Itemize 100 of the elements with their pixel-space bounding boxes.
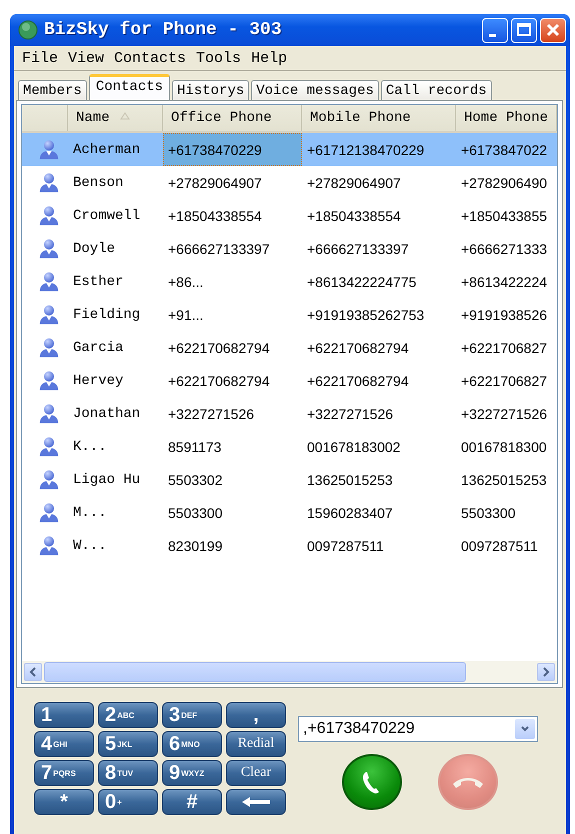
column-header[interactable]: Mobile Phone (302, 105, 456, 131)
table-cell: +61738470229 (163, 133, 302, 166)
column-header[interactable]: Office Phone (163, 105, 302, 131)
person-icon (38, 436, 60, 458)
keypad-key[interactable]: Clear (226, 760, 286, 786)
table-row[interactable]: Hervey +622170682794 +622170682794 +6221706827 (22, 364, 557, 397)
keypad-key[interactable]: 1 (34, 702, 94, 728)
maximize-button[interactable] (511, 18, 537, 42)
table-cell-text: W... (72, 536, 108, 556)
table-cell-text: 5503300 (167, 504, 224, 522)
tab[interactable]: Historys (172, 80, 250, 100)
table-cell-text: +3227271526 (306, 404, 394, 424)
person-icon (38, 370, 60, 392)
table-cell-text: +622170682794 (167, 372, 271, 390)
table-row[interactable]: Ligao Hu 5503302 13625015253 13625015253 (22, 463, 557, 496)
table-cell-text: Jonathan (72, 404, 142, 424)
table-row[interactable]: W... 8230199 0097287511 0097287511 (22, 529, 557, 562)
table-cell-text: +61712138470229 (306, 140, 426, 160)
menu-item[interactable]: File (18, 50, 64, 66)
table-cell-text: Hervey (72, 372, 124, 390)
table-cell-text: +666627133397 (167, 240, 271, 258)
table-cell-text: +27829064907 (167, 174, 263, 192)
person-icon (38, 172, 60, 194)
horizontal-scrollbar[interactable] (22, 661, 557, 683)
keypad-key[interactable]: 0+ (98, 789, 158, 815)
table-cell-text: 13625015253 (460, 470, 548, 490)
table-cell-text: +622170682794 (306, 372, 410, 390)
table-cell-text: +86... (167, 272, 204, 292)
table-cell-text: +1850433855 (460, 206, 548, 226)
tab[interactable]: Call records (380, 80, 492, 100)
backspace-button[interactable] (226, 789, 286, 815)
table-cell-text: +18504338554 (167, 206, 263, 226)
tab[interactable]: Contacts (88, 74, 170, 100)
keypad-key[interactable]: # (162, 789, 222, 815)
dropdown-button[interactable] (515, 719, 535, 739)
menu-item[interactable]: View (64, 50, 110, 66)
table-cell-text: 0097287511 (306, 536, 385, 556)
table-cell-text: +6221706827 (460, 372, 548, 390)
table-row[interactable]: M... 5503300 15960283407 5503300 (22, 496, 557, 529)
table-cell-text: Cromwell (72, 206, 142, 226)
number-field[interactable]: ,+61738470229 (298, 716, 538, 742)
close-button[interactable] (540, 18, 566, 42)
table-cell-text: +9191938526 (460, 306, 548, 324)
table-row[interactable]: Fielding +91... +91919385262753 +9191938526 (22, 298, 557, 331)
table-cell-text: +6221706827 (460, 338, 548, 358)
table-row[interactable]: K... 8591173 001678183002 00167818300 (22, 430, 557, 463)
table-cell-text: +27829064907 (306, 174, 402, 192)
table-cell-text: +2782906490 (460, 174, 548, 192)
scroll-right-button[interactable] (537, 663, 555, 681)
chevron-right-icon (541, 667, 551, 677)
table-cell-text: M... (72, 504, 108, 522)
table-row[interactable]: Doyle +666627133397 +666627133397 +6666271333 (22, 232, 557, 265)
table-cell-text: 001678183002 (306, 438, 402, 456)
scroll-thumb[interactable] (44, 662, 466, 682)
tab[interactable]: Members (18, 80, 87, 100)
table-cell-text: 0097287511 (460, 536, 539, 556)
table-row[interactable]: Jonathan +3227271526 +3227271526 +3227271526 (22, 397, 557, 430)
table-cell-text: Esther (72, 272, 124, 292)
column-header[interactable]: Name (68, 105, 163, 131)
keypad-key[interactable]: Redial (226, 731, 286, 757)
scroll-left-button[interactable] (24, 663, 42, 681)
table-cell-text: 15960283407 (306, 504, 394, 522)
table-cell-text: +6173847022 (460, 140, 548, 160)
left-arrow-icon (241, 796, 271, 808)
person-icon (38, 468, 60, 490)
person-icon (38, 138, 60, 160)
menu-item[interactable]: Help (247, 50, 294, 66)
table-cell-text: 5503300 (460, 504, 517, 522)
keypad-key[interactable]: , (226, 702, 286, 728)
person-icon (38, 238, 60, 260)
table-row[interactable]: Cromwell +18504338554 +18504338554 +1850433855 (22, 199, 557, 232)
table-cell-text: Ligao Hu (72, 470, 142, 490)
table-cell-text: Acherman (72, 140, 142, 160)
minimize-button[interactable] (482, 18, 508, 42)
keypad-key[interactable]: * (34, 789, 94, 815)
table-cell-text: +622170682794 (167, 338, 271, 358)
app-logo-icon (18, 20, 38, 40)
table-row[interactable]: Esther +86... +8613422224775 +8613422224 (22, 265, 557, 298)
table-cell-text: +6666271333 (460, 240, 548, 258)
table-cell-text: Garcia (72, 338, 124, 358)
table-row[interactable]: Benson +27829064907 +27829064907 +2782906490 (22, 166, 557, 199)
table-cell-text: +3227271526 (167, 404, 256, 424)
menu-item[interactable]: Tools (192, 50, 248, 66)
window-title: BizSky for Phone - 303 (44, 20, 283, 40)
table-row[interactable]: Acherman +61738470229 +61712138470229 +6173847022 (22, 133, 557, 166)
table-row[interactable]: Garcia +622170682794 +622170682794 +6221706827 (22, 331, 557, 364)
table-cell-text: 5503302 (167, 470, 224, 490)
person-icon (38, 402, 60, 424)
table-cell-text: +622170682794 (306, 338, 410, 358)
table-cell-text: Benson (72, 174, 124, 192)
person-icon (38, 304, 60, 326)
table-cell-text: +8613422224 (460, 272, 548, 292)
person-icon (38, 270, 60, 292)
chevron-down-icon (520, 724, 530, 734)
table-cell-text: +666627133397 (306, 240, 410, 258)
menu-item[interactable]: Contacts (110, 50, 192, 66)
person-icon (38, 336, 60, 358)
tab[interactable]: Voice messages (251, 80, 379, 100)
column-header[interactable]: Home Phone (456, 105, 557, 131)
table-cell-text: +3227271526 (460, 404, 548, 424)
